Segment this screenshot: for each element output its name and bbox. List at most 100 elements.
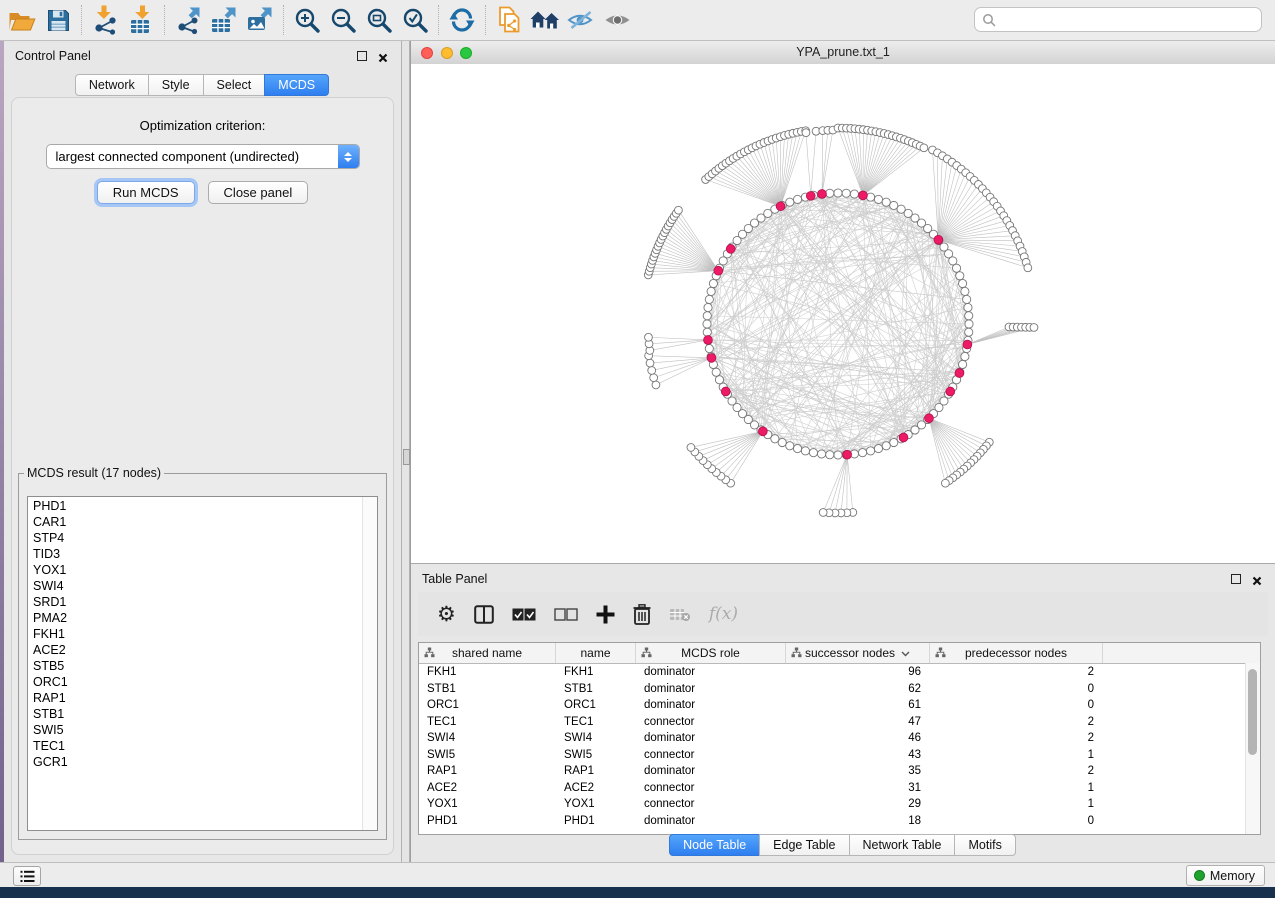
mcds-result-item[interactable]: STB5 bbox=[33, 658, 377, 674]
select-all-button[interactable] bbox=[512, 608, 536, 621]
search-box[interactable] bbox=[974, 7, 1262, 32]
float-panel-icon[interactable] bbox=[357, 51, 367, 61]
table-row[interactable]: ORC1ORC1dominator610 bbox=[419, 697, 1260, 714]
network-graph[interactable] bbox=[411, 64, 1274, 563]
columns-icon bbox=[474, 605, 494, 624]
mcds-tab-content: Optimization criterion: largest connecte… bbox=[11, 97, 394, 855]
status-bar: Memory bbox=[0, 862, 1275, 887]
delete-column-button[interactable] bbox=[633, 604, 651, 625]
eye-icon bbox=[604, 10, 631, 30]
mcds-result-item[interactable]: TID3 bbox=[33, 546, 377, 562]
zoom-selected-button[interactable] bbox=[397, 3, 433, 37]
scrollbar-thumb[interactable] bbox=[1248, 669, 1257, 755]
table-row[interactable]: SWI5SWI5connector431 bbox=[419, 747, 1260, 764]
column-header-predecessor-nodes[interactable]: predecessor nodes bbox=[930, 643, 1103, 663]
zoom-out-button[interactable] bbox=[325, 3, 361, 37]
tab-edge-table[interactable]: Edge Table bbox=[759, 834, 849, 856]
column-header-MCDS-role[interactable]: MCDS role bbox=[636, 643, 786, 663]
first-neighbors-button[interactable] bbox=[527, 3, 563, 37]
column-header-successor-nodes[interactable]: successor nodes bbox=[786, 643, 930, 663]
mcds-result-item[interactable]: RAP1 bbox=[33, 690, 377, 706]
show-column-button[interactable] bbox=[474, 605, 494, 624]
tab-node-table[interactable]: Node Table bbox=[669, 834, 760, 856]
table-row[interactable]: ACE2ACE2connector311 bbox=[419, 780, 1260, 797]
table-row[interactable]: PHD1PHD1dominator180 bbox=[419, 813, 1260, 830]
vertical-splitter[interactable] bbox=[401, 41, 410, 862]
save-session-button[interactable] bbox=[40, 3, 76, 37]
tab-motifs[interactable]: Motifs bbox=[954, 834, 1015, 856]
table-row[interactable]: FKH1FKH1dominator962 bbox=[419, 664, 1260, 681]
search-icon bbox=[982, 13, 996, 27]
control-panel-title: Control Panel bbox=[15, 49, 91, 63]
memory-button[interactable]: Memory bbox=[1186, 865, 1265, 886]
tab-network[interactable]: Network bbox=[75, 74, 149, 96]
mcds-result-item[interactable]: TEC1 bbox=[33, 738, 377, 754]
mcds-result-item[interactable]: CAR1 bbox=[33, 514, 377, 530]
close-window-button[interactable] bbox=[421, 47, 433, 59]
show-all-button[interactable] bbox=[599, 3, 635, 37]
mcds-result-list[interactable]: PHD1CAR1STP4TID3YOX1SWI4SRD1PMA2FKH1ACE2… bbox=[27, 496, 378, 831]
duplicate-network-button[interactable] bbox=[491, 3, 527, 37]
tab-network-table[interactable]: Network Table bbox=[849, 834, 956, 856]
save-floppy-icon bbox=[47, 9, 70, 32]
mcds-result-item[interactable]: STP4 bbox=[33, 530, 377, 546]
run-mcds-button[interactable]: Run MCDS bbox=[97, 181, 195, 204]
network-window-title: YPA_prune.txt_1 bbox=[796, 45, 890, 59]
table-row[interactable]: RAP1RAP1dominator352 bbox=[419, 763, 1260, 780]
table-row[interactable]: YOX1YOX1connector291 bbox=[419, 796, 1260, 813]
zoom-fit-button[interactable] bbox=[361, 3, 397, 37]
deselect-all-button[interactable] bbox=[554, 608, 578, 621]
result-list-scrollbar[interactable] bbox=[362, 497, 377, 830]
table-panel-title: Table Panel bbox=[422, 572, 487, 586]
table-row[interactable]: TEC1TEC1connector472 bbox=[419, 714, 1260, 731]
search-input[interactable] bbox=[1000, 11, 1261, 28]
toolbar-separator bbox=[438, 5, 439, 35]
optimization-dropdown[interactable]: largest connected component (undirected) bbox=[46, 144, 360, 169]
close-table-panel-icon[interactable] bbox=[1252, 573, 1262, 591]
import-network-button[interactable] bbox=[87, 3, 123, 37]
export-image-icon bbox=[246, 6, 274, 34]
mcds-result-item[interactable]: STB1 bbox=[33, 706, 377, 722]
refresh-layout-button[interactable] bbox=[444, 3, 480, 37]
minimize-window-button[interactable] bbox=[441, 47, 453, 59]
gear-icon: ⚙ bbox=[437, 604, 456, 625]
open-folder-icon bbox=[8, 9, 36, 32]
export-table-button[interactable] bbox=[206, 3, 242, 37]
export-image-button[interactable] bbox=[242, 3, 278, 37]
add-column-button[interactable] bbox=[596, 605, 615, 624]
import-table-button[interactable] bbox=[123, 3, 159, 37]
maximize-window-button[interactable] bbox=[460, 47, 472, 59]
export-network-button[interactable] bbox=[170, 3, 206, 37]
mcds-result-item[interactable]: PMA2 bbox=[33, 610, 377, 626]
mcds-result-item[interactable]: FKH1 bbox=[33, 626, 377, 642]
tab-style[interactable]: Style bbox=[148, 74, 204, 96]
table-settings-button[interactable]: ⚙ bbox=[437, 604, 456, 625]
splitter-handle[interactable] bbox=[403, 449, 410, 465]
mcds-result-item[interactable]: GCR1 bbox=[33, 754, 377, 770]
tab-mcds[interactable]: MCDS bbox=[264, 74, 329, 96]
tab-select[interactable]: Select bbox=[203, 74, 266, 96]
mcds-result-item[interactable]: ORC1 bbox=[33, 674, 377, 690]
table-row[interactable]: SWI4SWI4dominator462 bbox=[419, 730, 1260, 747]
mcds-result-item[interactable]: PHD1 bbox=[33, 498, 377, 514]
duplicate-network-icon bbox=[496, 6, 523, 34]
close-panel-icon[interactable] bbox=[378, 50, 388, 68]
mcds-result-item[interactable]: SWI4 bbox=[33, 578, 377, 594]
close-panel-button[interactable]: Close panel bbox=[208, 181, 309, 204]
float-table-panel-icon[interactable] bbox=[1231, 574, 1241, 584]
mcds-result-item[interactable]: SWI5 bbox=[33, 722, 377, 738]
show-panels-button[interactable] bbox=[13, 866, 41, 886]
hide-selected-button[interactable] bbox=[563, 3, 599, 37]
mcds-result-item[interactable]: SRD1 bbox=[33, 594, 377, 610]
table-scrollbar[interactable] bbox=[1245, 663, 1260, 834]
column-header-shared-name[interactable]: shared name bbox=[419, 643, 556, 663]
column-header-name[interactable]: name bbox=[556, 643, 636, 663]
zoom-in-button[interactable] bbox=[289, 3, 325, 37]
network-window-titlebar[interactable]: YPA_prune.txt_1 bbox=[411, 41, 1275, 65]
table-row[interactable]: STB1STB1dominator620 bbox=[419, 681, 1260, 698]
network-canvas[interactable] bbox=[411, 64, 1275, 563]
open-file-button[interactable] bbox=[4, 3, 40, 37]
mcds-result-item[interactable]: ACE2 bbox=[33, 642, 377, 658]
mcds-result-item[interactable]: YOX1 bbox=[33, 562, 377, 578]
memory-status-dot bbox=[1194, 870, 1205, 881]
